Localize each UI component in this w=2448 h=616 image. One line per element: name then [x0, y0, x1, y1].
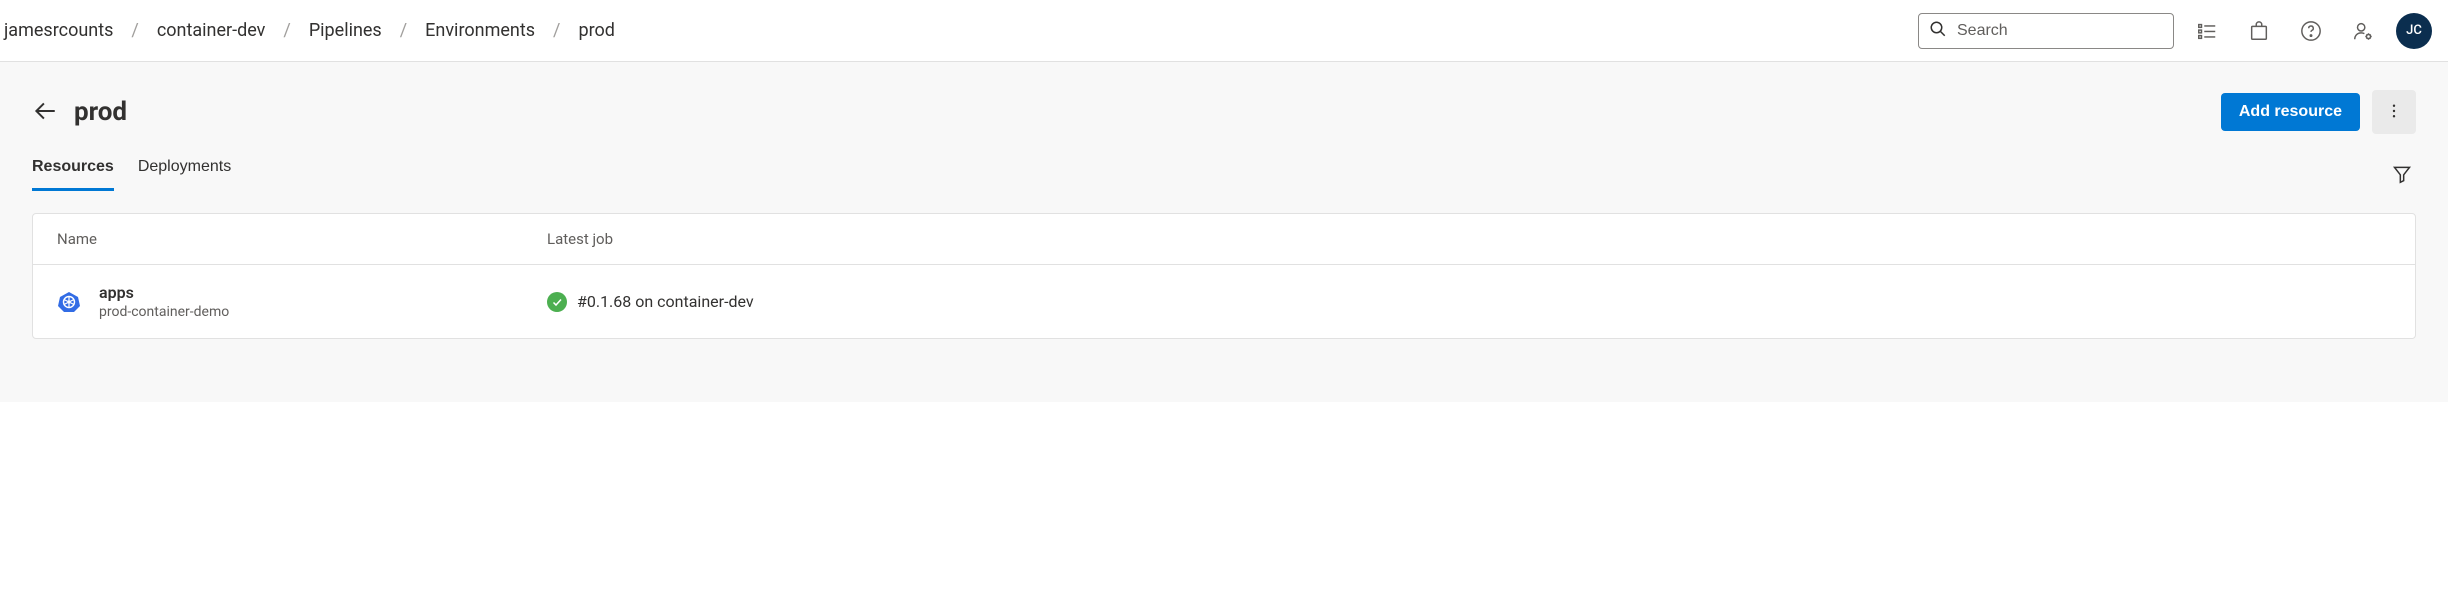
- search-icon: [1929, 20, 1947, 42]
- tabs: Resources Deployments: [32, 158, 231, 191]
- breadcrumb-item[interactable]: jamesrcounts: [4, 20, 113, 41]
- content-area: prod Add resource Resources Deployments: [0, 62, 2448, 402]
- column-header-latest-job: Latest job: [547, 230, 2391, 248]
- resource-cell: apps prod-container-demo: [57, 283, 547, 320]
- avatar-initials: JC: [2406, 23, 2422, 38]
- search-box[interactable]: [1918, 13, 2174, 49]
- page-title: prod: [74, 97, 127, 127]
- resource-name: apps: [99, 283, 229, 302]
- breadcrumb-item[interactable]: prod: [578, 20, 614, 41]
- user-settings-icon[interactable]: [2352, 20, 2374, 42]
- page-header: prod Add resource: [32, 62, 2416, 134]
- breadcrumb-separator: /: [553, 20, 560, 41]
- breadcrumb-item[interactable]: Environments: [425, 20, 535, 41]
- top-bar: jamesrcounts / container-dev / Pipelines…: [0, 0, 2448, 62]
- marketplace-icon[interactable]: [2248, 20, 2270, 42]
- work-items-icon[interactable]: [2196, 20, 2218, 42]
- breadcrumb-separator: /: [400, 20, 407, 41]
- kubernetes-icon: [57, 290, 81, 314]
- tab-row: Resources Deployments: [32, 158, 2416, 191]
- arrow-left-icon: [32, 98, 58, 127]
- topbar-actions: [2196, 20, 2374, 42]
- filter-icon: [2392, 164, 2412, 187]
- resources-table: Name Latest job: [32, 213, 2416, 339]
- tab-resources[interactable]: Resources: [32, 158, 114, 191]
- breadcrumb-separator: /: [283, 20, 290, 41]
- success-icon: [547, 292, 567, 312]
- tab-deployments[interactable]: Deployments: [138, 158, 231, 191]
- table-row[interactable]: apps prod-container-demo #0.1.68 on cont…: [33, 265, 2415, 338]
- breadcrumb: jamesrcounts / container-dev / Pipelines…: [0, 20, 1918, 41]
- breadcrumb-separator: /: [131, 20, 138, 41]
- latest-job-text: #0.1.68 on container-dev: [577, 292, 754, 311]
- breadcrumb-item[interactable]: container-dev: [157, 20, 266, 41]
- add-resource-button[interactable]: Add resource: [2221, 93, 2360, 131]
- avatar[interactable]: JC: [2396, 13, 2432, 49]
- back-button[interactable]: [32, 98, 58, 127]
- latest-job-cell: #0.1.68 on container-dev: [547, 292, 754, 312]
- search-input[interactable]: [1947, 22, 2164, 40]
- breadcrumb-item[interactable]: Pipelines: [309, 20, 382, 41]
- table-header: Name Latest job: [33, 214, 2415, 265]
- filter-button[interactable]: [2388, 160, 2416, 191]
- more-vertical-icon: [2385, 102, 2403, 123]
- more-actions-button[interactable]: [2372, 90, 2416, 134]
- column-header-name: Name: [57, 230, 547, 248]
- help-icon[interactable]: [2300, 20, 2322, 42]
- resource-subtitle: prod-container-demo: [99, 304, 229, 320]
